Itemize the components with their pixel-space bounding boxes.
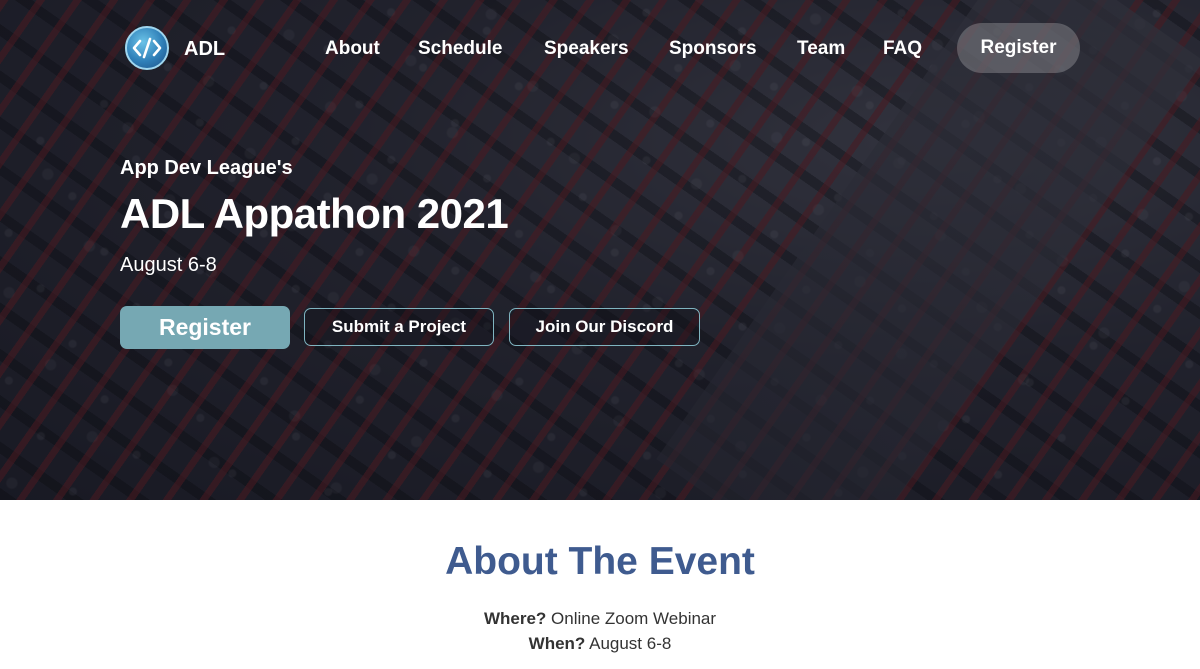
code-brackets-icon	[132, 37, 162, 59]
hero-register-button[interactable]: Register	[120, 306, 290, 349]
when-label: When?	[528, 634, 586, 653]
where-label: Where?	[483, 609, 547, 628]
nav-link-sponsors[interactable]: Sponsors	[669, 38, 757, 60]
about-title: About The Event	[445, 540, 755, 583]
when-line: When? August 6-8	[0, 634, 1200, 654]
hero-section: ADL About Schedule Speakers Sponsors Tea…	[0, 0, 1200, 500]
nav-register-button[interactable]: Register	[957, 23, 1080, 73]
hero-title: ADL Appathon 2021	[120, 190, 509, 237]
submit-project-button[interactable]: Submit a Project	[304, 308, 494, 346]
nav-link-faq[interactable]: FAQ	[883, 38, 922, 60]
when-value: August 6-8	[589, 634, 672, 653]
where-value: Online Zoom Webinar	[551, 609, 717, 628]
nav-link-speakers[interactable]: Speakers	[544, 38, 629, 60]
nav-link-schedule[interactable]: Schedule	[418, 38, 502, 60]
nav-link-about[interactable]: About	[325, 38, 380, 60]
nav-link-team[interactable]: Team	[797, 38, 845, 60]
adl-logo-icon[interactable]	[125, 26, 169, 70]
hero-kicker: App Dev League's	[120, 157, 293, 179]
top-navigation: ADL About Schedule Speakers Sponsors Tea…	[0, 0, 1200, 96]
brand-name[interactable]: ADL	[184, 38, 225, 61]
hero-date: August 6-8	[120, 254, 217, 276]
join-discord-button[interactable]: Join Our Discord	[509, 308, 700, 346]
where-line: Where? Online Zoom Webinar	[0, 609, 1200, 629]
